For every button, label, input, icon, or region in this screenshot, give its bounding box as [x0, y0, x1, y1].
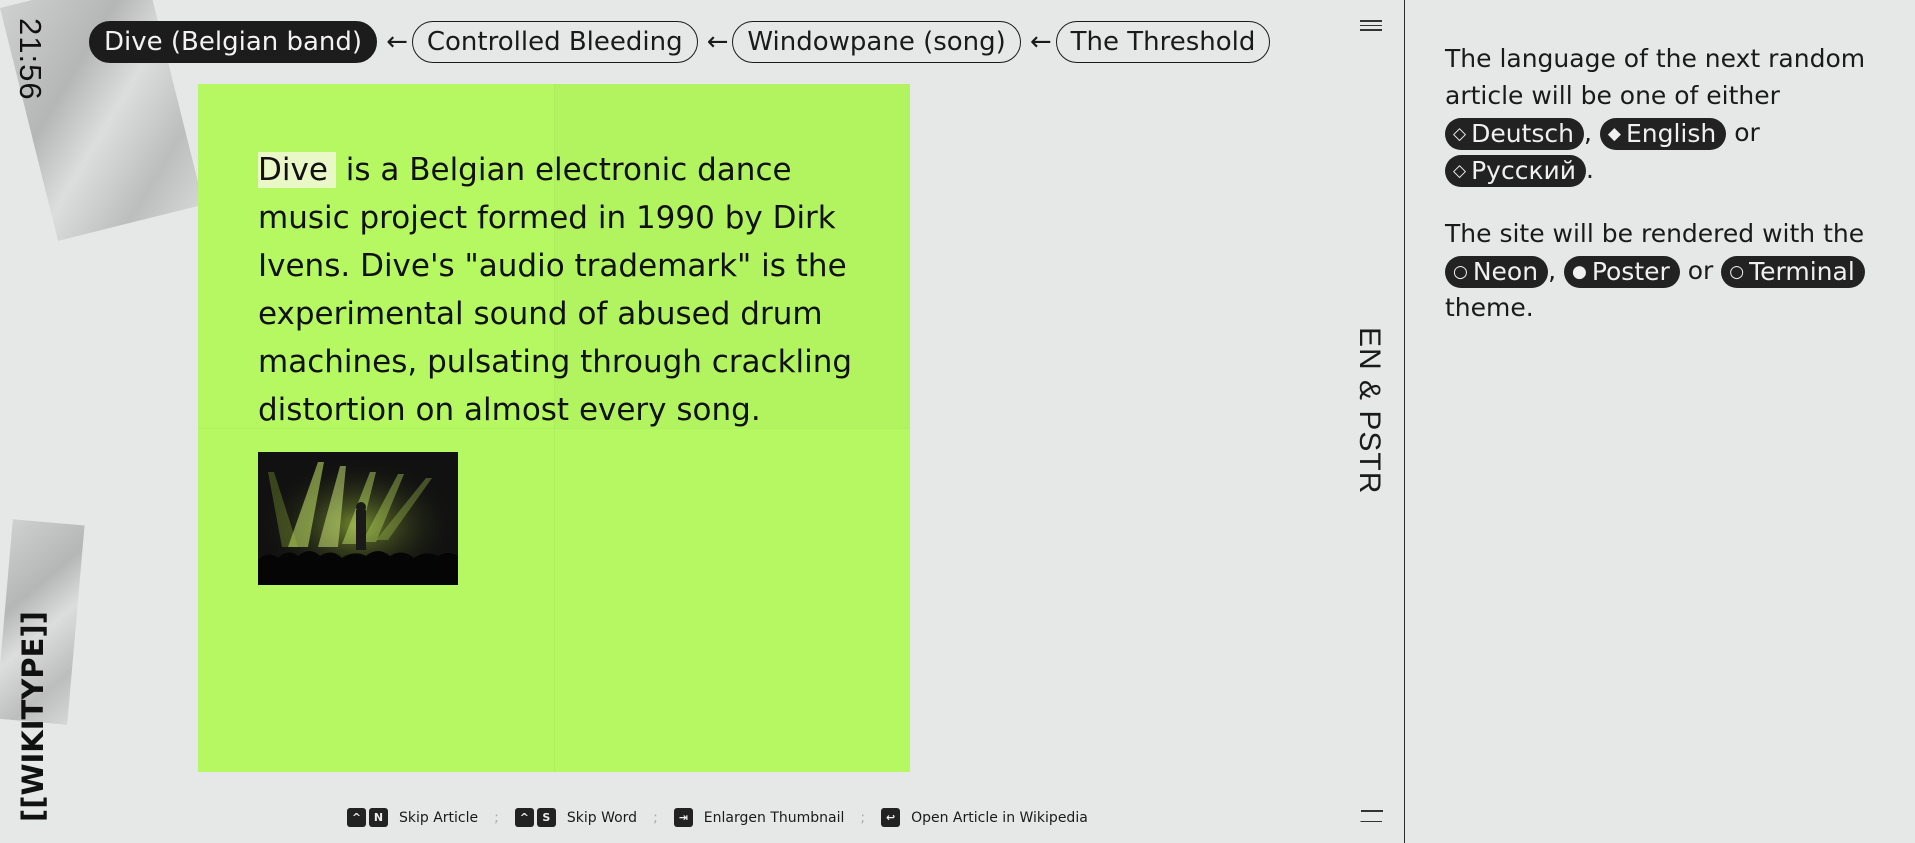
breadcrumb-item-controlled-bleeding[interactable]: Controlled Bleeding	[411, 21, 698, 63]
breadcrumb-item-dive[interactable]: Dive (Belgian band)	[89, 21, 378, 63]
menu-icon[interactable]	[1360, 20, 1382, 34]
article-thumbnail[interactable]	[258, 452, 458, 585]
or-text: or	[1734, 118, 1760, 147]
circle-outline-icon: ○	[1729, 262, 1745, 282]
shortcut-label: Open Article in Wikipedia	[911, 809, 1088, 826]
ctrl-key-icon: ^	[514, 808, 534, 827]
arrow-left-icon: ←	[706, 27, 729, 57]
wikitype-logo[interactable]: [[WIKITYPE]]	[16, 611, 56, 822]
theme-chip-neon[interactable]: ○ Neon	[1445, 256, 1549, 288]
language-intro-text: The language of the next random article …	[1445, 44, 1866, 110]
language-chip-deutsch[interactable]: ◇ Deutsch	[1445, 118, 1584, 150]
article-body: is a Belgian electronic dance music proj…	[258, 152, 853, 428]
theme-chip-poster[interactable]: ● Poster	[1563, 256, 1680, 288]
diamond-filled-icon: ◆	[1607, 124, 1621, 144]
language-chip-english[interactable]: ◆ English	[1599, 118, 1727, 150]
theme-settings: The site will be rendered with the ○ Neon…	[1445, 215, 1895, 326]
or-text: or	[1687, 256, 1714, 285]
article-card: Dive is a Belgian electronic dance music…	[198, 84, 910, 772]
language-theme-indicator[interactable]: EN & PSTR	[1353, 327, 1390, 527]
enter-key-icon: ↩	[881, 808, 901, 827]
keyboard-shortcuts-bar: ^ N Skip Article ; ^ S Skip Word ; ⇥ Enl…	[347, 808, 1088, 827]
corner-bracket-icon[interactable]	[1360, 810, 1383, 822]
shortcut-open-in-wikipedia[interactable]: ↩ Open Article in Wikipedia	[881, 808, 1088, 827]
chip-label: Deutsch	[1471, 119, 1574, 148]
theme-outro-text: theme.	[1445, 293, 1534, 322]
breadcrumb-item-windowpane[interactable]: Windowpane (song)	[732, 21, 1021, 63]
current-word[interactable]: Dive	[258, 152, 336, 188]
shortcut-skip-word[interactable]: ^ S Skip Word	[514, 808, 638, 827]
shortcut-enlargen-thumbnail[interactable]: ⇥ Enlargen Thumbnail	[673, 808, 845, 827]
shortcut-separator: ;	[494, 809, 499, 826]
arrow-left-icon: ←	[1029, 27, 1052, 57]
language-chip-russian[interactable]: ◇ Русский	[1445, 155, 1587, 187]
theme-chip-terminal[interactable]: ○ Terminal	[1721, 256, 1865, 288]
chip-label: English	[1625, 119, 1717, 148]
settings-panel: The language of the next random article …	[1404, 0, 1915, 843]
arrow-left-icon: ←	[386, 27, 408, 57]
comma: ,	[1548, 256, 1557, 285]
comma: ,	[1583, 118, 1592, 147]
chip-label: Poster	[1591, 257, 1670, 286]
language-settings: The language of the next random article …	[1445, 40, 1895, 188]
shortcut-separator: ;	[860, 809, 866, 826]
clock-time: 21:56	[13, 18, 48, 101]
ctrl-key-icon: ^	[347, 808, 366, 827]
concert-photo	[258, 452, 458, 585]
shortcut-separator: ;	[653, 809, 658, 826]
chip-label: Русский	[1471, 156, 1577, 185]
breadcrumb: Dive (Belgian band) ← Controlled Bleedin…	[89, 20, 1331, 64]
circle-outline-icon: ○	[1453, 262, 1468, 282]
period: .	[1586, 155, 1594, 184]
tab-key-icon: ⇥	[673, 808, 693, 827]
chip-label: Terminal	[1749, 257, 1855, 286]
language-theme-label: EN & PSTR	[1353, 327, 1386, 495]
logo-text: [[WIKITYPE]]	[16, 611, 50, 822]
diamond-outline-icon: ◇	[1453, 124, 1467, 144]
theme-intro-text: The site will be rendered with the	[1445, 219, 1865, 248]
diamond-outline-icon: ◇	[1453, 161, 1467, 181]
clock: 21:56	[13, 18, 54, 118]
n-key-icon: N	[369, 808, 388, 827]
circle-filled-icon: ●	[1571, 262, 1587, 282]
shortcut-skip-article[interactable]: ^ N Skip Article	[347, 808, 478, 827]
article-summary: Dive is a Belgian electronic dance music…	[258, 146, 878, 434]
breadcrumb-item-the-threshold[interactable]: The Threshold	[1055, 21, 1271, 63]
shortcut-label: Skip Word	[566, 809, 638, 826]
shortcut-label: Skip Article	[399, 809, 479, 826]
shortcut-label: Enlargen Thumbnail	[703, 809, 845, 826]
chip-label: Neon	[1472, 257, 1539, 286]
s-key-icon: S	[536, 808, 556, 827]
